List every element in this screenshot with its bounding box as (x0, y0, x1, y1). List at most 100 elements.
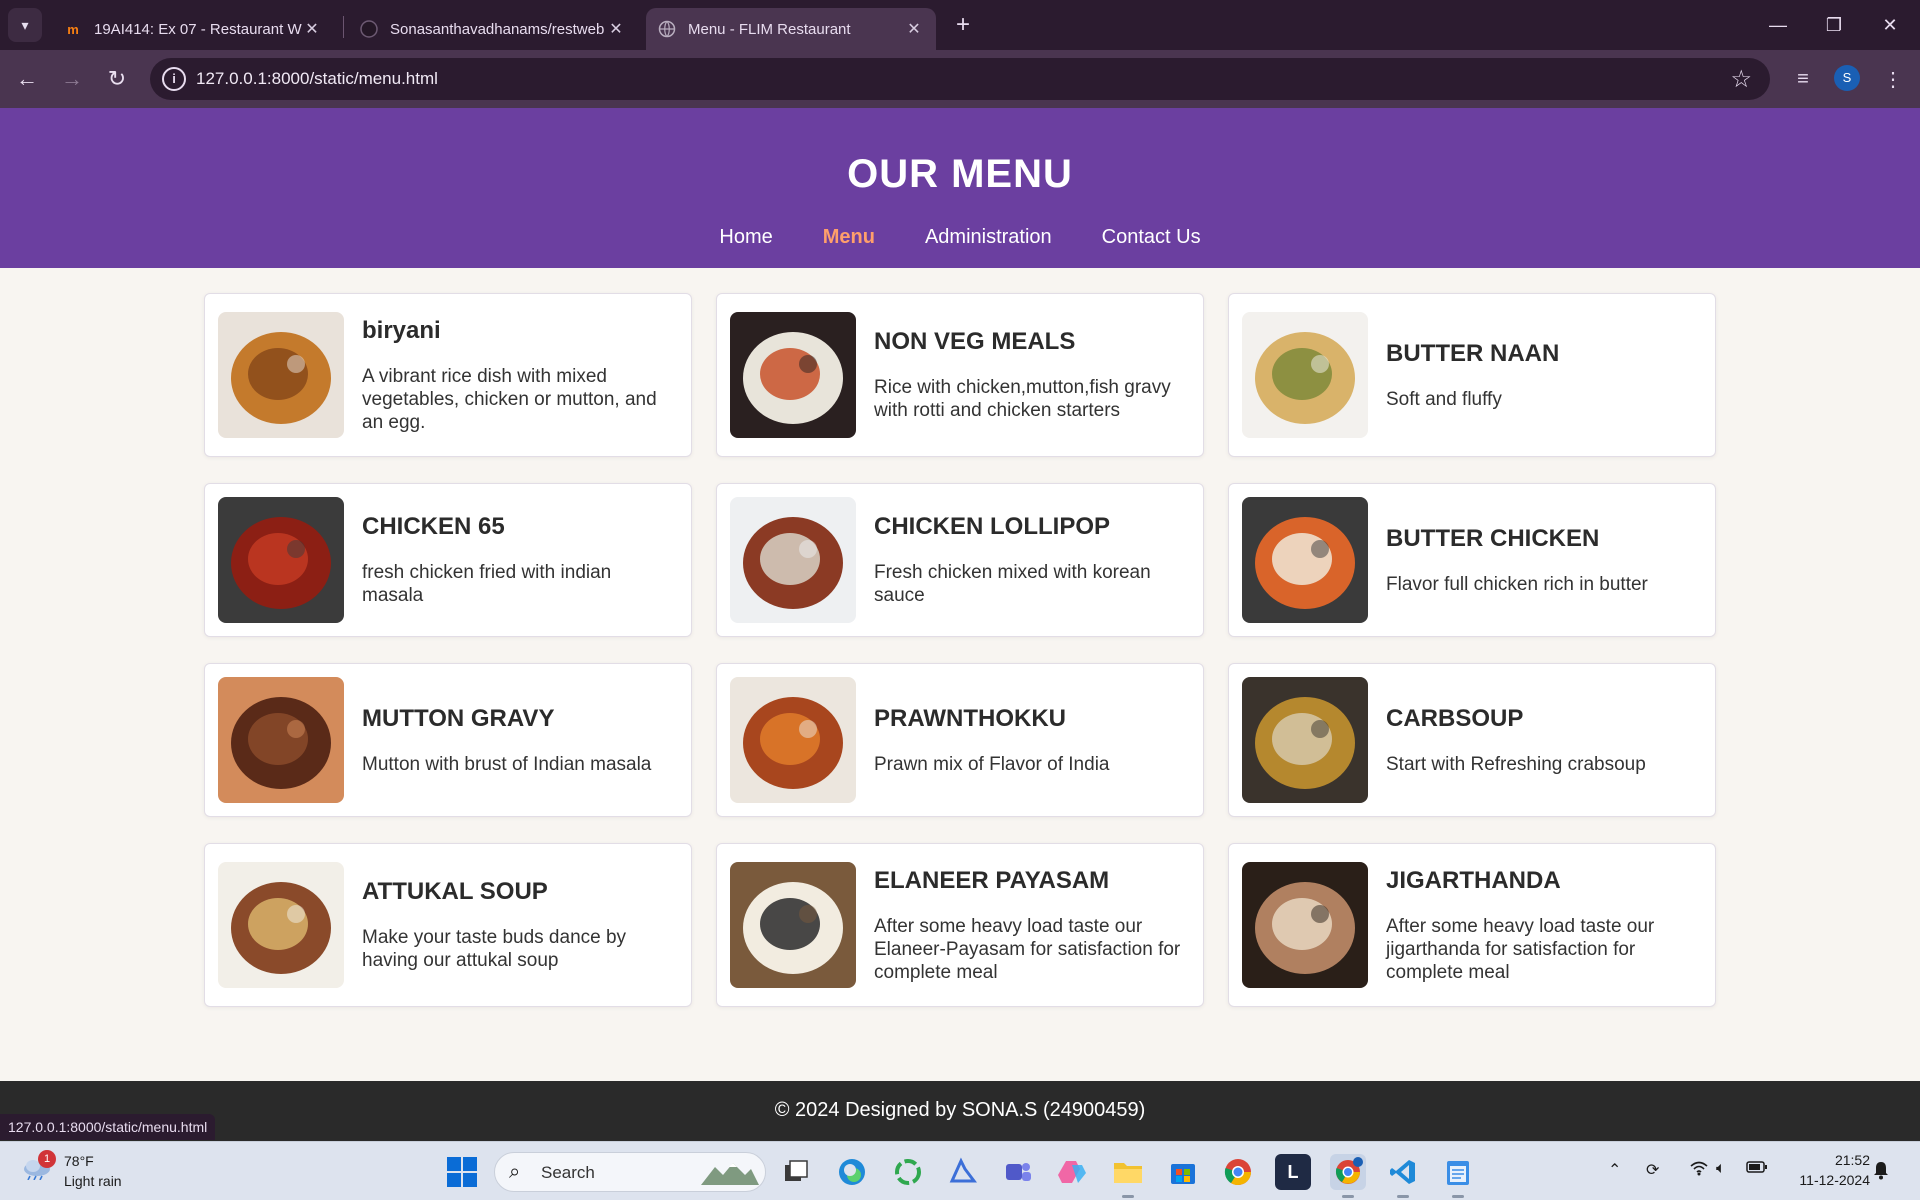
clock-date: 11-12-2024 (1799, 1172, 1870, 1188)
new-tab-button[interactable]: + (948, 10, 978, 40)
menu-item-name: ATTUKAL SOUP (362, 878, 548, 905)
tab-menu-flim-restaurant[interactable]: Menu - FLIM Restaurant ✕ (646, 8, 936, 50)
task-view-icon[interactable] (778, 1154, 814, 1190)
menu-item-card: CHICKEN 65 fresh chicken fried with india… (204, 483, 692, 637)
search-highlight-art (701, 1163, 759, 1185)
menu-item-name: BUTTER CHICKEN (1386, 524, 1600, 552)
clock-time: 21:52 (1834, 1152, 1870, 1168)
menu-item-card: ATTUKAL SOUP Make your taste buds dance b… (204, 843, 692, 1007)
edge-icon[interactable] (834, 1154, 870, 1190)
menu-item-image (730, 862, 856, 988)
site-footer: © 2024 Designed by SONA.S (24900459) (0, 1081, 1920, 1141)
wifi-icon[interactable] (1690, 1160, 1708, 1181)
tab-title: Sonasanthavadhanams/restweb (390, 20, 605, 38)
menu-item-image (218, 677, 344, 803)
forward-button[interactable]: → (55, 62, 89, 96)
profile-avatar[interactable]: S (1834, 65, 1860, 91)
sync-icon[interactable]: ⟳ (1646, 1160, 1659, 1180)
notification-badge: 1 (38, 1150, 56, 1168)
menu-item-text: ELANEER PAYASAM After some heavy load tas… (874, 867, 1189, 984)
battery-icon[interactable] (1746, 1160, 1768, 1179)
nav-home[interactable]: Home (719, 226, 772, 249)
close-window-button[interactable]: ✕ (1862, 0, 1918, 50)
menu-item-text: CHICKEN 65 fresh chicken fried with india… (362, 513, 677, 607)
windows-logo-icon (447, 1157, 461, 1171)
menu-item-name: biryani (362, 316, 441, 344)
menu-item-description: Soft and fluffy (1386, 388, 1502, 410)
menu-item-name: BUTTER NAAN (1386, 339, 1560, 367)
tab-restaurant-exercise[interactable]: m 19AI414: Ex 07 - Restaurant We ✕ (52, 8, 334, 50)
refresh-app-icon[interactable] (890, 1154, 926, 1190)
reload-button[interactable]: ↻ (100, 62, 134, 96)
notification-bell-icon[interactable] (1872, 1160, 1892, 1180)
file-explorer-icon[interactable] (1110, 1154, 1146, 1198)
media-control-icon[interactable]: ≡ (1788, 64, 1818, 94)
copilot-icon[interactable] (1055, 1154, 1091, 1190)
start-button[interactable] (447, 1157, 477, 1187)
close-tab-icon[interactable]: ✕ (904, 19, 924, 39)
l-app-icon[interactable]: L (1275, 1154, 1311, 1190)
menu-item-image (218, 862, 344, 988)
minimize-button[interactable]: — (1750, 0, 1806, 50)
menu-item-text: JIGARTHANDA After some heavy load taste o… (1386, 867, 1701, 984)
tab-title: Menu - FLIM Restaurant (688, 20, 851, 38)
menu-item-description: After some heavy load taste our jigartha… (1386, 915, 1655, 983)
tab-github-repo[interactable]: Sonasanthavadhanams/restweb ✕ (348, 8, 638, 50)
azure-app-icon[interactable] (945, 1154, 981, 1190)
menu-item-image (1242, 677, 1368, 803)
system-clock[interactable]: 21:52 11-12-2024 (1786, 1150, 1870, 1190)
menu-item-name: MUTTON GRAVY (362, 704, 555, 732)
menu-item-description: Rice with chicken,mutton,fish gravy with… (874, 377, 1171, 421)
teams-icon[interactable] (1000, 1154, 1036, 1190)
chrome-profile-icon[interactable] (1330, 1154, 1366, 1198)
more-menu-icon[interactable]: ⋮ (1878, 64, 1908, 94)
menu-item-card: MUTTON GRAVY Mutton with brust of Indian … (204, 663, 692, 817)
menu-item-text: ATTUKAL SOUP Make your taste buds dance b… (362, 878, 677, 972)
vscode-icon[interactable] (1385, 1154, 1421, 1198)
chrome-icon[interactable] (1220, 1154, 1256, 1190)
weather-widget[interactable]: 1 78°F Light rain (22, 1150, 142, 1194)
menu-item-image (730, 312, 856, 438)
nav-administration[interactable]: Administration (925, 226, 1052, 249)
menu-item-text: PRAWNTHOKKU Prawn mix of Flavor of India (874, 705, 1189, 776)
page-title: OUR MENU (847, 152, 1073, 196)
menu-item-description: Prawn mix of Flavor of India (874, 753, 1110, 775)
taskbar-search[interactable]: ⌕ Search (494, 1152, 766, 1192)
menu-item-card: ELANEER PAYASAM After some heavy load tas… (716, 843, 1204, 1007)
menu-grid: biryani A vibrant rice dish with mixed ve… (204, 293, 1716, 1007)
url-text[interactable]: 127.0.0.1:8000/static/menu.html (196, 69, 438, 89)
menu-item-description: After some heavy load taste our Elaneer-… (874, 915, 1181, 983)
menu-item-card: JIGARTHANDA After some heavy load taste o… (1228, 843, 1716, 1007)
menu-item-name: NON VEG MEALS (874, 328, 1076, 355)
status-bar-url: 127.0.0.1:8000/static/menu.html (0, 1114, 216, 1140)
minimize-icon: — (1769, 14, 1787, 35)
menu-item-card: biryani A vibrant rice dish with mixed ve… (204, 293, 692, 457)
menu-item-image (218, 497, 344, 623)
notepad-icon[interactable] (1440, 1154, 1476, 1198)
microsoft-store-icon[interactable] (1165, 1154, 1201, 1190)
windows-taskbar: 1 78°F Light rain ⌕ Search L ⌃ ⟳ 🔈︎ 21:5… (0, 1141, 1920, 1200)
menu-item-image (1242, 862, 1368, 988)
site-info-icon[interactable]: i (162, 67, 186, 91)
back-button[interactable]: ← (10, 62, 44, 96)
footer-text: © 2024 Designed by SONA.S (24900459) (774, 1099, 1146, 1121)
close-tab-icon[interactable]: ✕ (606, 19, 626, 39)
tab-search-button[interactable]: ▾ (8, 8, 42, 42)
github-icon (360, 20, 378, 38)
menu-item-description: Make your taste buds dance by having our… (362, 927, 627, 971)
chevron-down-icon: ▾ (21, 16, 29, 33)
menu-item-card: CARBSOUP Start with Refreshing crabsoup (1228, 663, 1716, 817)
nav-contact-us[interactable]: Contact Us (1102, 226, 1201, 249)
search-icon: ⌕ (509, 1161, 521, 1183)
nav-menu[interactable]: Menu (823, 226, 875, 249)
chevron-up-icon[interactable]: ⌃ (1608, 1160, 1621, 1180)
weather-condition: Light rain (64, 1173, 122, 1189)
close-tab-icon[interactable]: ✕ (302, 19, 322, 39)
menu-item-image (218, 312, 344, 438)
menu-item-card: BUTTER NAAN Soft and fluffy (1228, 293, 1716, 457)
bookmark-star-icon[interactable]: ☆ (1730, 65, 1752, 94)
address-bar[interactable]: i 127.0.0.1:8000/static/menu.html ☆ (150, 58, 1770, 100)
restore-button[interactable]: ❐ (1806, 0, 1862, 50)
volume-icon[interactable]: 🔈︎ (1716, 1160, 1726, 1178)
menu-item-image (730, 677, 856, 803)
